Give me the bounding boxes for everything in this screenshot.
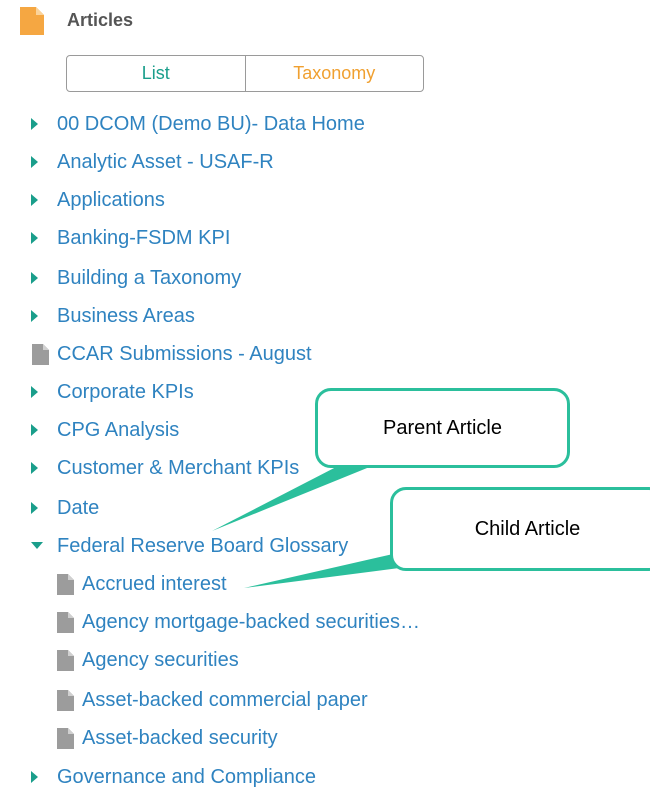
caret-right-icon[interactable] bbox=[30, 461, 40, 475]
document-icon bbox=[57, 649, 74, 671]
child-article-label[interactable]: Agency securities bbox=[82, 649, 239, 672]
list-view-button[interactable]: List bbox=[67, 56, 245, 91]
document-icon bbox=[57, 727, 74, 749]
tree-item-label[interactable]: Banking-FSDM KPI bbox=[57, 227, 230, 250]
caret-right-icon[interactable] bbox=[30, 271, 40, 285]
tree-item-label[interactable]: CPG Analysis bbox=[57, 419, 179, 442]
caret-right-icon[interactable] bbox=[30, 423, 40, 437]
caret-right-icon[interactable] bbox=[30, 193, 40, 207]
taxonomy-view-button[interactable]: Taxonomy bbox=[244, 56, 424, 91]
tree-item[interactable]: 00 DCOM (Demo BU)- Data Home bbox=[30, 105, 365, 143]
tree-item[interactable]: Applications bbox=[30, 181, 165, 219]
tree-item[interactable]: Building a Taxonomy bbox=[30, 259, 241, 297]
view-toggle: List Taxonomy bbox=[66, 55, 424, 92]
child-article-item[interactable]: Agency securities bbox=[57, 641, 239, 679]
child-article-callout: Child Article bbox=[390, 487, 650, 571]
caret-right-icon[interactable] bbox=[30, 385, 40, 399]
tree-item-label[interactable]: Date bbox=[57, 497, 99, 520]
tree-item[interactable]: CPG Analysis bbox=[30, 411, 179, 449]
tree-item-expanded[interactable]: Federal Reserve Board Glossary bbox=[30, 527, 348, 565]
caret-right-icon[interactable] bbox=[30, 117, 40, 131]
child-article-item[interactable]: Accrued interest bbox=[57, 565, 227, 603]
tree-item-label[interactable]: Corporate KPIs bbox=[57, 381, 194, 404]
document-icon bbox=[57, 689, 74, 711]
tree-item[interactable]: Date bbox=[30, 489, 99, 527]
tree-item[interactable]: Analytic Asset - USAF-R bbox=[30, 143, 274, 181]
tree-item-label[interactable]: Federal Reserve Board Glossary bbox=[57, 535, 348, 558]
child-article-label[interactable]: Agency mortgage-backed securities… bbox=[82, 611, 420, 634]
parent-article-callout: Parent Article bbox=[315, 388, 570, 468]
caret-right-icon[interactable] bbox=[30, 309, 40, 323]
tree-item-label[interactable]: Business Areas bbox=[57, 305, 195, 328]
tree-item-label[interactable]: Applications bbox=[57, 189, 165, 212]
tree-item[interactable]: Corporate KPIs bbox=[30, 373, 194, 411]
caret-right-icon[interactable] bbox=[30, 155, 40, 169]
caret-right-icon[interactable] bbox=[30, 770, 40, 784]
document-icon bbox=[57, 573, 74, 595]
child-article-item[interactable]: Asset-backed security bbox=[57, 719, 278, 757]
tree-item[interactable]: Business Areas bbox=[30, 297, 195, 335]
document-icon bbox=[32, 343, 49, 365]
tree-item-label[interactable]: Customer & Merchant KPIs bbox=[57, 457, 299, 480]
articles-header: Articles bbox=[20, 5, 320, 37]
child-article-label[interactable]: Accrued interest bbox=[82, 573, 227, 596]
caret-right-icon[interactable] bbox=[30, 501, 40, 515]
page-title: Articles bbox=[67, 10, 134, 30]
caret-right-icon[interactable] bbox=[30, 231, 40, 245]
tree-item-label[interactable]: Governance and Compliance bbox=[57, 766, 316, 789]
tree-item-label[interactable]: 00 DCOM (Demo BU)- Data Home bbox=[57, 113, 365, 136]
tree-item[interactable]: CCAR Submissions - August bbox=[32, 335, 312, 373]
caret-down-icon[interactable] bbox=[30, 541, 44, 551]
child-article-label[interactable]: Asset-backed security bbox=[82, 727, 278, 750]
child-article-item[interactable]: Asset-backed commercial paper bbox=[57, 681, 368, 719]
document-icon bbox=[20, 7, 44, 40]
tree-item-label[interactable]: Building a Taxonomy bbox=[57, 267, 241, 290]
child-article-label[interactable]: Asset-backed commercial paper bbox=[82, 689, 368, 712]
child-article-item[interactable]: Agency mortgage-backed securities… bbox=[57, 603, 420, 641]
tree-item-label[interactable]: CCAR Submissions - August bbox=[57, 343, 312, 366]
document-icon bbox=[57, 611, 74, 633]
tree-item-label[interactable]: Analytic Asset - USAF-R bbox=[57, 151, 274, 174]
tree-item[interactable]: Governance and Compliance bbox=[30, 758, 316, 796]
tree-item[interactable]: Customer & Merchant KPIs bbox=[30, 449, 299, 487]
tree-item[interactable]: Banking-FSDM KPI bbox=[30, 219, 230, 257]
